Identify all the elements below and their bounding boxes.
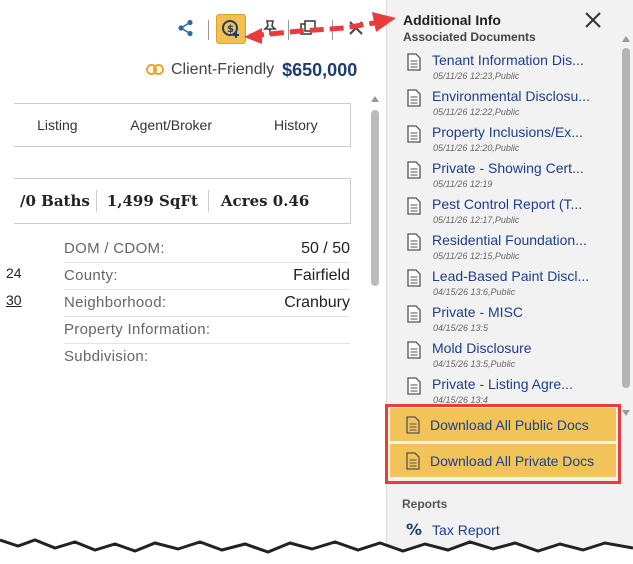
document-item[interactable]: Property Inclusions/Ex... 05/11/26 12:20… xyxy=(407,124,617,160)
document-icon xyxy=(407,89,421,107)
detail-label: DOM / CDOM: xyxy=(64,240,165,257)
panel-scrollbar[interactable] xyxy=(621,36,631,416)
detail-row: Subdivision: xyxy=(64,343,350,370)
document-item[interactable]: Private - Showing Cert... 05/11/26 12:19 xyxy=(407,160,617,196)
toolbar-divider xyxy=(208,20,209,40)
document-name[interactable]: Lead-Based Paint Discl... xyxy=(432,268,589,284)
document-item[interactable]: Pest Control Report (T... 05/11/26 12:17… xyxy=(407,196,617,232)
document-item[interactable]: Private - MISC 04/15/26 13:5 xyxy=(407,304,617,340)
document-meta: 05/11/26 12:23,Public xyxy=(433,71,520,81)
document-meta: 04/15/26 13:5 xyxy=(433,323,489,333)
document-name[interactable]: Private - Showing Cert... xyxy=(432,160,584,176)
share-icon[interactable] xyxy=(172,14,200,42)
toolbar-divider xyxy=(332,20,333,40)
main-scrollbar[interactable] xyxy=(371,96,381,292)
toolbar: $ xyxy=(170,14,370,46)
document-icon xyxy=(407,53,421,71)
associated-documents-heading: Associated Documents xyxy=(403,30,536,44)
cut-off-link[interactable]: 30 xyxy=(6,292,22,308)
torn-edge xyxy=(0,538,633,564)
document-meta: 05/11/26 12:17,Public xyxy=(433,215,520,225)
property-stats: /0 Baths 1,499 SqFt Acres 0.46 xyxy=(14,178,351,224)
detail-value: Fairfield xyxy=(293,266,350,284)
document-name[interactable]: Private - Listing Agre... xyxy=(432,376,573,392)
document-icon xyxy=(407,197,421,215)
stat-baths: /0 Baths xyxy=(20,192,90,210)
detail-label: County: xyxy=(64,267,118,284)
document-item[interactable]: Residential Foundation... 05/11/26 12:15… xyxy=(407,232,617,268)
document-meta: 04/15/26 13:6,Public xyxy=(433,287,516,297)
client-friendly-label[interactable]: Client-Friendly xyxy=(171,61,274,79)
document-item[interactable]: Tenant Information Dis... 05/11/26 12:23… xyxy=(407,52,617,88)
scroll-down-icon[interactable] xyxy=(622,410,630,416)
tab-history[interactable]: History xyxy=(242,117,350,133)
scroll-up-icon[interactable] xyxy=(622,36,630,42)
detail-label: Subdivision: xyxy=(64,348,149,365)
detail-row: DOM / CDOM: 50 / 50 xyxy=(64,235,350,263)
document-meta: 05/11/26 12:19 xyxy=(433,179,493,189)
highlight-box xyxy=(385,404,621,484)
panel-title: Additional Info xyxy=(403,12,501,28)
detail-label: Property Information: xyxy=(64,321,211,338)
document-name[interactable]: Private - MISC xyxy=(432,304,523,320)
document-meta: 05/11/26 12:15,Public xyxy=(433,251,520,261)
document-icon xyxy=(407,341,421,359)
tab-listing[interactable]: Listing xyxy=(14,117,101,133)
document-icon xyxy=(407,377,421,395)
detail-value: Cranbury xyxy=(284,293,350,311)
client-friendly-icon xyxy=(146,64,166,76)
document-name[interactable]: Environmental Disclosu... xyxy=(432,88,590,104)
detail-row: Property Information: xyxy=(64,316,350,344)
price-row: Client-Friendly $650,000 xyxy=(146,58,371,82)
toolbar-divider xyxy=(288,20,289,40)
document-name[interactable]: Pest Control Report (T... xyxy=(432,196,582,212)
detail-value: 50 / 50 xyxy=(301,239,350,257)
document-icon xyxy=(407,125,421,143)
document-icon xyxy=(407,161,421,179)
document-icon xyxy=(407,305,421,323)
document-icon xyxy=(407,269,421,287)
document-item[interactable]: Lead-Based Paint Discl... 04/15/26 13:6,… xyxy=(407,268,617,304)
close-icon[interactable] xyxy=(342,14,370,42)
scroll-up-icon[interactable] xyxy=(371,96,379,102)
cut-off-text: 24 xyxy=(6,265,22,281)
document-name[interactable]: Property Inclusions/Ex... xyxy=(432,124,583,140)
document-icon xyxy=(407,233,421,251)
stat-sqft: 1,499 SqFt xyxy=(106,192,198,210)
document-meta: 05/11/26 12:20,Public xyxy=(433,143,520,153)
detail-label: Neighborhood: xyxy=(64,294,167,311)
pin-icon[interactable] xyxy=(256,14,284,42)
stat-acres: Acres 0.46 xyxy=(220,192,310,210)
copy-icon[interactable] xyxy=(294,14,322,42)
document-name[interactable]: Mold Disclosure xyxy=(432,340,532,356)
tab-agent-broker[interactable]: Agent/Broker xyxy=(101,117,242,133)
reports-heading: Reports xyxy=(402,497,448,511)
scroll-thumb[interactable] xyxy=(622,48,630,388)
document-name[interactable]: Residential Foundation... xyxy=(432,232,587,248)
close-icon[interactable] xyxy=(583,10,605,32)
detail-row: Neighborhood: Cranbury xyxy=(64,289,350,317)
document-meta: 04/15/26 13:5,Public xyxy=(433,359,516,369)
download-info-icon[interactable]: $ xyxy=(216,14,246,44)
document-item[interactable]: Mold Disclosure 04/15/26 13:5,Public xyxy=(407,340,617,376)
document-item[interactable]: Environmental Disclosu... 05/11/26 12:22… xyxy=(407,88,617,124)
document-name[interactable]: Tenant Information Dis... xyxy=(432,52,584,68)
svg-text:$: $ xyxy=(227,24,234,35)
detail-row: County: Fairfield xyxy=(64,262,350,290)
document-meta: 05/11/26 12:22,Public xyxy=(433,107,520,117)
listing-price: $650,000 xyxy=(282,59,358,80)
listing-tabs: Listing Agent/Broker History xyxy=(14,103,351,147)
scroll-thumb[interactable] xyxy=(371,110,379,286)
